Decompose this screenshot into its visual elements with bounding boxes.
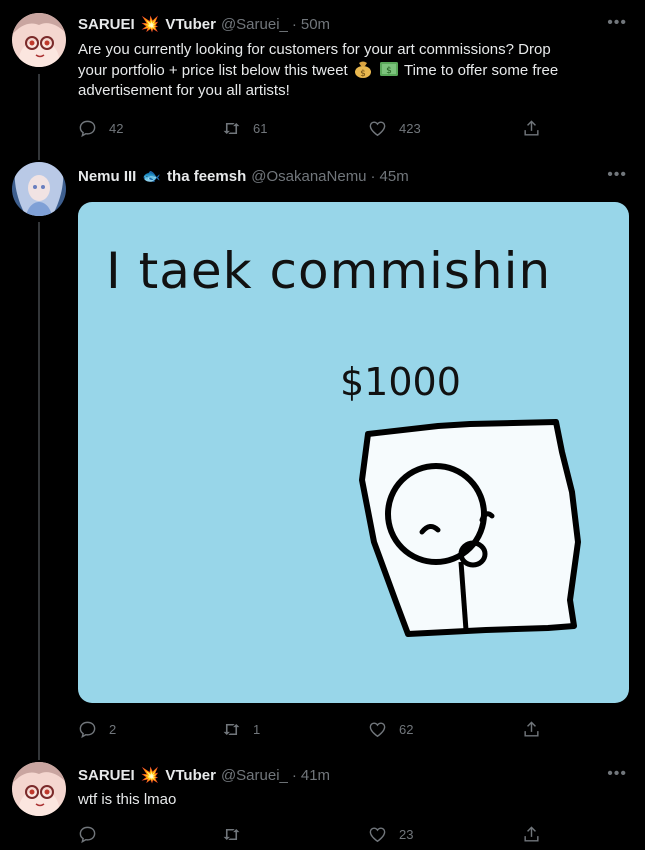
tweet[interactable]: SARUEI 💥 VTuber @Saruei_ · 50m ••• Are y… [0, 0, 645, 150]
retweet-button[interactable]: 1 [222, 718, 260, 740]
display-name[interactable]: SARUEI [78, 16, 135, 33]
share-icon [524, 825, 539, 842]
retweet-icon [223, 828, 240, 840]
more-icon[interactable]: ••• [607, 166, 627, 184]
share-button[interactable] [522, 718, 541, 740]
display-name[interactable]: SARUEI [78, 767, 135, 784]
like-count: 62 [399, 721, 414, 737]
like-button[interactable]: 23 [368, 823, 413, 845]
timestamp[interactable]: 41m [301, 767, 330, 784]
tweet-text-line: Are you currently looking for customers … [78, 41, 551, 58]
svg-text:$: $ [386, 66, 392, 76]
reply-count: 2 [109, 721, 117, 737]
avatar[interactable] [12, 13, 66, 67]
more-icon[interactable]: ••• [607, 14, 627, 32]
retweet-icon [223, 723, 240, 735]
retweet-icon [223, 122, 240, 134]
display-name[interactable]: Nemu III [78, 168, 136, 185]
retweet-button[interactable]: 61 [222, 117, 267, 139]
display-name-suffix[interactable]: VTuber [165, 767, 216, 784]
tweet-text-fragment: your portfolio + price list below this t… [78, 62, 348, 79]
tweet-header: SARUEI 💥 VTuber @Saruei_ · 50m ••• [78, 14, 645, 34]
avatar[interactable] [12, 162, 66, 216]
retweet-button[interactable] [222, 823, 241, 845]
separator-dot: · [291, 15, 297, 33]
reply-icon [79, 120, 96, 137]
display-name-suffix[interactable]: tha feemsh [167, 168, 246, 185]
collision-icon: 💥 [140, 767, 160, 784]
like-button[interactable]: 62 [368, 718, 413, 740]
user-handle[interactable]: @Saruei_ [221, 767, 288, 784]
tweet-text-line: advertisement for you all artists! [78, 82, 290, 99]
money-bag-icon: $ [354, 61, 371, 78]
tweet-text-line: your portfolio + price list below this t… [78, 60, 633, 81]
tweet-text-fragment: Time to offer some free [403, 62, 559, 79]
like-count: 423 [399, 120, 421, 136]
user-handle[interactable]: @Saruei_ [221, 16, 288, 33]
share-button[interactable] [522, 823, 541, 845]
reply-icon [79, 826, 96, 843]
tweet-text: wtf is this lmao [78, 791, 177, 808]
reply-button[interactable] [78, 823, 97, 845]
tweet[interactable]: SARUEI 💥 VTuber @Saruei_ · 41m ••• wtf i… [0, 750, 645, 850]
user-handle[interactable]: @OsakanaNemu [251, 168, 366, 185]
like-count: 23 [399, 826, 414, 842]
reply-count: 42 [109, 120, 124, 136]
reply-button[interactable]: 2 [78, 718, 116, 740]
display-name-suffix[interactable]: VTuber [165, 16, 216, 33]
reply-icon [79, 721, 96, 738]
tweet-actions: 42 61 423 [78, 117, 548, 139]
separator-dot: · [370, 167, 376, 185]
heart-icon [369, 721, 386, 737]
more-icon[interactable]: ••• [607, 765, 627, 783]
tweet-media[interactable]: I taek commishin $1000 [78, 202, 629, 703]
tweet-text: Are you currently looking for customers … [78, 40, 633, 101]
tweet-actions: 23 [78, 823, 548, 845]
heart-icon [369, 826, 386, 842]
share-icon [524, 720, 539, 737]
heart-icon [369, 120, 386, 136]
like-button[interactable]: 423 [368, 117, 421, 139]
timestamp[interactable]: 45m [380, 168, 409, 185]
svg-text:$: $ [360, 69, 366, 78]
stick-figure-drawing [359, 419, 581, 637]
dollar-banknote-icon: $ [380, 62, 399, 76]
tweet-actions: 2 1 62 [78, 718, 548, 740]
retweet-count: 61 [253, 120, 268, 136]
tweet-header: SARUEI 💥 VTuber @Saruei_ · 41m ••• [78, 765, 645, 785]
share-icon [524, 119, 539, 136]
avatar[interactable] [12, 762, 66, 816]
tweet-header: Nemu III 🐟 tha feemsh @OsakanaNemu · 45m… [78, 166, 645, 186]
fish-icon: 🐟 [142, 168, 162, 185]
timestamp[interactable]: 50m [301, 16, 330, 33]
retweet-count: 1 [253, 721, 261, 737]
reply-button[interactable]: 42 [78, 117, 123, 139]
share-button[interactable] [522, 117, 541, 139]
collision-icon: 💥 [140, 16, 160, 33]
separator-dot: · [291, 766, 297, 784]
